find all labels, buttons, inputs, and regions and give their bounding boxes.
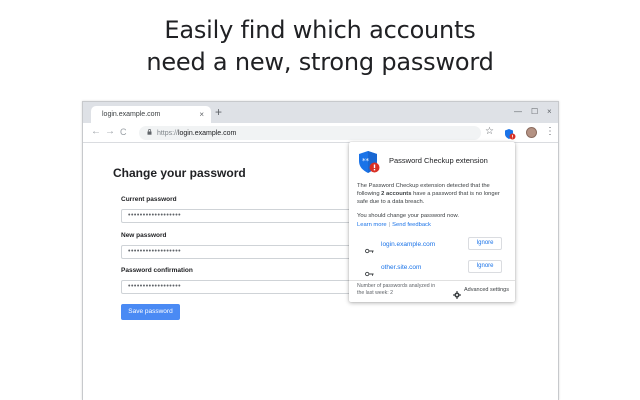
tab-login[interactable]: login.example.com × — [91, 106, 211, 123]
password-confirmation-input[interactable]: •••••••••••••••••• — [121, 280, 361, 294]
popup-title: Password Checkup extension — [389, 156, 488, 165]
close-window-icon[interactable]: × — [547, 107, 552, 116]
breach-message: The Password Checkup extension detected … — [357, 182, 509, 206]
account-row: other.site.com Ignore — [357, 260, 509, 277]
passwords-analyzed-text: Number of passwords analyzed in the last… — [357, 283, 436, 296]
link-separator: | — [388, 222, 391, 228]
bookmark-star-icon[interactable]: ☆ — [485, 126, 494, 137]
maximize-icon[interactable]: ☐ — [531, 107, 538, 116]
new-password-input[interactable]: •••••••••••••••••• — [121, 245, 361, 259]
current-password-input[interactable]: •••••••••••••••••• — [121, 209, 361, 223]
advanced-settings-link[interactable]: Advanced settings — [464, 287, 509, 293]
account-row: login.example.com Ignore — [357, 237, 509, 254]
send-feedback-link[interactable]: Send feedback — [392, 222, 431, 228]
ignore-button[interactable]: Ignore — [468, 260, 502, 273]
popup-divider — [349, 280, 515, 281]
url-scheme: https:// — [156, 130, 178, 137]
svg-text:**: ** — [362, 157, 370, 165]
minimize-icon[interactable]: — — [514, 107, 522, 116]
profile-avatar[interactable] — [526, 127, 537, 138]
password-checkup-popup: ** Password Checkup extension The Passwo… — [349, 142, 515, 302]
key-icon — [365, 241, 374, 254]
new-tab-icon[interactable]: + — [215, 106, 222, 118]
new-password-label: New password — [121, 232, 167, 239]
headline: Easily find which accounts need a new, s… — [0, 14, 640, 78]
tab-close-icon[interactable]: × — [199, 110, 204, 119]
menu-icon[interactable]: ⋮ — [545, 126, 555, 137]
address-bar[interactable]: https://login.example.com — [139, 126, 481, 140]
headline-line-2: need a new, strong password — [146, 48, 494, 76]
account-domain[interactable]: login.example.com — [381, 241, 435, 248]
form-title: Change your password — [113, 166, 246, 180]
account-domain[interactable]: other.site.com — [381, 264, 421, 271]
breach-message-count: 2 accounts — [381, 191, 412, 197]
headline-line-1: Easily find which accounts — [164, 16, 476, 44]
password-checkup-extension-icon[interactable] — [504, 127, 516, 140]
save-password-button[interactable]: Save password — [121, 304, 180, 320]
tab-strip: login.example.com × + — ☐ × — [83, 102, 558, 123]
password-confirmation-label: Password confirmation — [121, 267, 193, 274]
key-icon — [365, 264, 374, 277]
back-icon[interactable]: ← — [91, 126, 101, 137]
toolbar: ← → C https://login.example.com ☆ ⋮ — [83, 123, 558, 143]
advice-text: You should change your password now. — [357, 213, 459, 219]
ignore-button[interactable]: Ignore — [468, 237, 502, 250]
gear-icon[interactable] — [453, 286, 461, 299]
tab-title: login.example.com — [102, 111, 161, 118]
forward-icon[interactable]: → — [105, 126, 115, 137]
current-password-label: Current password — [121, 196, 177, 203]
lock-icon — [147, 129, 154, 137]
url-host: login.example.com — [177, 130, 237, 137]
reload-icon[interactable]: C — [120, 127, 127, 137]
popup-links: Learn more | Send feedback — [357, 222, 431, 228]
learn-more-link[interactable]: Learn more — [357, 222, 387, 228]
shield-alert-icon: ** — [358, 150, 380, 174]
